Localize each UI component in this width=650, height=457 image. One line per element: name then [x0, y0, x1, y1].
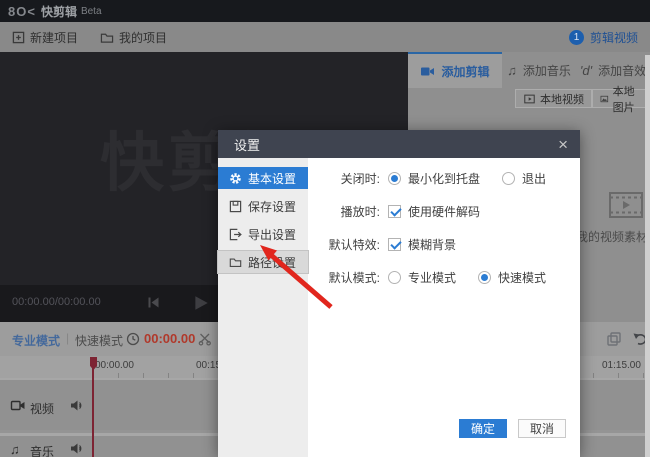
option-blur-background[interactable]: 模糊背景: [388, 236, 456, 253]
video-track-icon: [10, 399, 26, 412]
nav-item-label: 保存设置: [248, 198, 296, 215]
option-hardware-decode[interactable]: 使用硬件解码: [388, 203, 480, 220]
edit-video-label: 剪辑视频: [590, 29, 638, 46]
scissors-icon[interactable]: [198, 332, 212, 346]
tab-add-sfx-label: 添加音效: [598, 62, 646, 79]
cancel-button[interactable]: 取消: [518, 419, 566, 438]
panel-hint-text: 我的视频素材: [576, 228, 650, 245]
folder-icon: [100, 31, 114, 44]
new-project-label: 新建项目: [30, 29, 78, 46]
speaker-icon[interactable]: [70, 399, 85, 412]
mode-divider: |: [66, 331, 69, 345]
my-projects-label: 我的项目: [119, 29, 167, 46]
tab-add-clip[interactable]: 添加剪辑: [408, 52, 502, 88]
option-label: 最小化到托盘: [408, 170, 480, 187]
radio-unchecked-icon[interactable]: [388, 271, 401, 284]
nav-item-save-settings[interactable]: 保存设置: [218, 195, 308, 217]
video-file-icon: [523, 93, 536, 105]
dialog-header[interactable]: 设置 ×: [218, 130, 580, 158]
save-icon: [229, 200, 242, 213]
beta-tag: Beta: [81, 6, 102, 17]
nav-item-basic-settings[interactable]: 基本设置: [218, 167, 308, 189]
app-logo-icon: 8O<: [8, 4, 36, 19]
setting-label: 默认特效:: [308, 236, 380, 253]
play-icon[interactable]: [192, 293, 210, 313]
video-track-label: 视频: [30, 400, 54, 417]
music-track-label: 音乐: [30, 443, 54, 457]
radio-checked-icon[interactable]: [478, 271, 491, 284]
nav-item-export-settings[interactable]: 导出设置: [218, 223, 308, 245]
settings-content: 关闭时: 最小化到托盘 退出 播放时: 使用硬件解码: [308, 158, 580, 457]
image-file-icon: [600, 93, 609, 105]
playhead-line: [92, 357, 94, 457]
option-label: 退出: [522, 170, 546, 187]
title-bar: 8O< 快剪辑 Beta: [0, 0, 650, 22]
local-image-button[interactable]: 本地图片: [592, 89, 650, 108]
plus-square-icon: [12, 31, 25, 44]
speaker-icon[interactable]: [70, 442, 85, 455]
mode-fast[interactable]: 快速模式: [75, 332, 123, 349]
music-note-icon: ♫: [507, 64, 517, 77]
my-projects-button[interactable]: 我的项目: [100, 29, 167, 46]
option-label: 使用硬件解码: [408, 203, 480, 220]
nav-item-label: 路径设置: [248, 254, 296, 271]
setting-row-on-play: 播放时: 使用硬件解码: [308, 199, 580, 223]
folder-icon: [229, 256, 242, 269]
edit-video-step[interactable]: 1 剪辑视频: [569, 29, 638, 46]
clock-icon: [126, 332, 140, 346]
checkbox-checked-icon[interactable]: [388, 205, 401, 218]
nav-item-label: 导出设置: [248, 226, 296, 243]
radio-checked-icon[interactable]: [388, 172, 401, 185]
sound-effect-icon: 'd': [580, 64, 592, 77]
option-label: 快速模式: [498, 269, 546, 286]
mode-professional[interactable]: 专业模式: [12, 332, 60, 349]
skip-start-icon[interactable]: [146, 295, 161, 310]
project-toolbar: 新建项目 我的项目 1 剪辑视频: [0, 22, 650, 52]
camera-icon: [420, 65, 435, 78]
setting-row-default-effect: 默认特效: 模糊背景: [308, 232, 580, 256]
tab-add-music[interactable]: ♫ 添加音乐: [502, 52, 576, 88]
ok-button[interactable]: 确定: [459, 419, 507, 438]
tab-add-clip-label: 添加剪辑: [441, 63, 489, 80]
close-icon[interactable]: ×: [558, 136, 568, 153]
film-placeholder-icon: [608, 190, 644, 220]
ruler-tick-label: 00:00.00: [95, 360, 134, 371]
setting-row-on-close: 关闭时: 最小化到托盘 退出: [308, 166, 580, 190]
setting-label: 关闭时:: [308, 170, 380, 187]
option-label: 模糊背景: [408, 236, 456, 253]
option-professional-mode[interactable]: 专业模式: [388, 269, 456, 286]
step-badge: 1: [569, 30, 584, 45]
local-image-label: 本地图片: [613, 83, 642, 115]
nav-item-label: 基本设置: [248, 170, 296, 187]
ruler-tick-label: 01:15.00: [602, 360, 641, 371]
tab-add-music-label: 添加音乐: [523, 62, 571, 79]
checkbox-checked-icon[interactable]: [388, 238, 401, 251]
app-window: 8O< 快剪辑 Beta 新建项目 我的项目 1 剪辑视频 快剪辑 00:00.…: [0, 0, 650, 457]
export-icon: [229, 228, 242, 241]
music-track-icon: ♫: [10, 443, 20, 456]
local-video-label: 本地视频: [540, 91, 584, 107]
radio-unchecked-icon[interactable]: [502, 172, 515, 185]
settings-dialog: 设置 × 基本设置 保存设置 导出设置 路径设置: [218, 130, 580, 457]
new-project-button[interactable]: 新建项目: [12, 29, 78, 46]
dialog-title: 设置: [234, 135, 260, 154]
setting-label: 播放时:: [308, 203, 380, 220]
setting-label: 默认模式:: [308, 269, 380, 286]
gear-icon: [229, 172, 242, 185]
option-minimize-to-tray[interactable]: 最小化到托盘: [388, 170, 480, 187]
setting-row-default-mode: 默认模式: 专业模式 快速模式: [308, 265, 580, 289]
settings-nav: 基本设置 保存设置 导出设置 路径设置: [218, 158, 308, 457]
panel-scrollbar[interactable]: [645, 55, 650, 457]
option-exit[interactable]: 退出: [502, 170, 546, 187]
dialog-body: 基本设置 保存设置 导出设置 路径设置 关闭时:: [218, 158, 580, 457]
timeline-timecode: 00:00.00: [144, 331, 195, 346]
app-title: 快剪辑: [41, 3, 77, 20]
player-timecode: 00:00.00/00:00.00: [12, 296, 101, 308]
nav-item-path-settings[interactable]: 路径设置: [218, 251, 308, 273]
option-label: 专业模式: [408, 269, 456, 286]
local-video-button[interactable]: 本地视频: [515, 89, 592, 108]
option-fast-mode[interactable]: 快速模式: [478, 269, 546, 286]
copy-icon[interactable]: [606, 331, 622, 347]
